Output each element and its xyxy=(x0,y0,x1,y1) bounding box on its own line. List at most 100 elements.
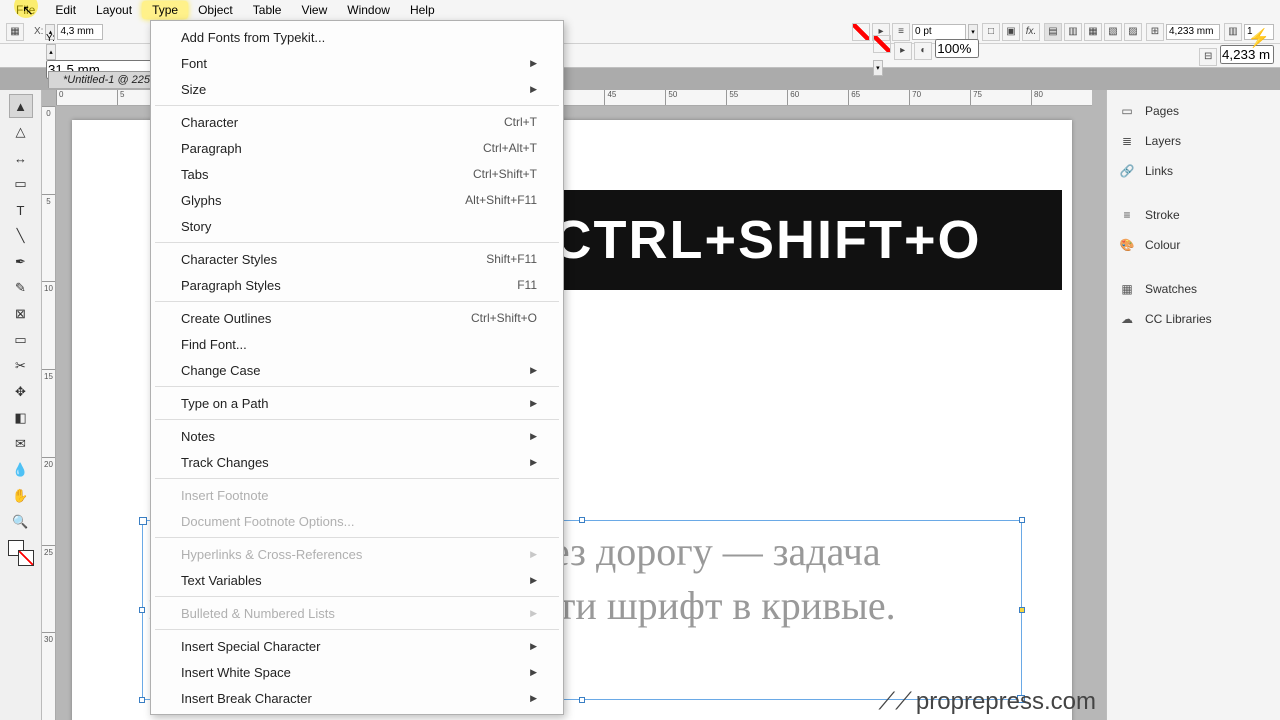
menu-item-change-case[interactable]: Change Case▶ xyxy=(151,357,563,383)
menu-item-label: Text Variables xyxy=(181,573,262,588)
tool-note[interactable]: ✉ xyxy=(9,432,33,456)
tool-type[interactable]: T xyxy=(9,198,33,222)
panel-pages[interactable]: ▭Pages xyxy=(1107,96,1280,126)
text-wrap-none-icon[interactable]: ▤ xyxy=(1044,23,1062,41)
panel-links[interactable]: 🔗Links xyxy=(1107,156,1280,186)
tool-direct[interactable]: △ xyxy=(9,120,33,144)
tool-gap[interactable]: ↔ xyxy=(9,146,33,170)
menu-file[interactable]: File xyxy=(6,1,45,19)
tool-page[interactable]: ▭ xyxy=(9,172,33,196)
unit-h-input[interactable] xyxy=(1166,24,1220,40)
panel-colour[interactable]: 🎨Colour xyxy=(1107,230,1280,260)
tool-zoom[interactable]: 🔍 xyxy=(9,510,33,534)
tool-scissors[interactable]: ✂ xyxy=(9,354,33,378)
text-wrap-col-icon[interactable]: ▨ xyxy=(1124,23,1142,41)
submenu-arrow-icon: ▶ xyxy=(530,457,537,468)
tool-line[interactable]: ╲ xyxy=(9,224,33,248)
tool-select[interactable]: ▲ xyxy=(9,94,33,118)
submenu-arrow-icon: ▶ xyxy=(530,667,537,678)
menu-item-label: Hyperlinks & Cross-References xyxy=(181,547,362,562)
text-wrap-jump-icon[interactable]: ▧ xyxy=(1104,23,1122,41)
fx-none-icon[interactable]: □ xyxy=(982,23,1000,41)
panel-stroke[interactable]: ≡Stroke xyxy=(1107,200,1280,230)
panel-layers[interactable]: ≣Layers xyxy=(1107,126,1280,156)
tool-free-transform[interactable]: ✥ xyxy=(9,380,33,404)
submenu-arrow-icon: ▶ xyxy=(530,641,537,652)
reference-point-icon[interactable]: ▦ xyxy=(6,23,24,41)
quick-apply-icon[interactable]: ⚡ xyxy=(1248,28,1270,49)
tool-rect[interactable]: ▭ xyxy=(9,328,33,352)
menu-item-label: Character Styles xyxy=(181,252,277,267)
panel-swatches[interactable]: ▦Swatches xyxy=(1107,274,1280,304)
tool-pencil[interactable]: ✎ xyxy=(9,276,33,300)
tool-gradient-swatch[interactable]: ◧ xyxy=(9,406,33,430)
cclib-icon: ☁ xyxy=(1119,311,1135,327)
unit-h-icon[interactable]: ⊞ xyxy=(1146,23,1164,41)
menu-item-glyphs[interactable]: GlyphsAlt+Shift+F11 xyxy=(151,187,563,213)
menu-item-track-changes[interactable]: Track Changes ▶ xyxy=(151,449,563,475)
panel-label: Layers xyxy=(1145,134,1181,148)
menu-edit[interactable]: Edit xyxy=(45,1,86,19)
menu-item-label: Tabs xyxy=(181,167,208,182)
text-wrap-shape-icon[interactable]: ▦ xyxy=(1084,23,1102,41)
menu-item-label: Type on a Path xyxy=(181,396,268,411)
menu-item-story[interactable]: Story xyxy=(151,213,563,239)
menu-item-type-on-a-path[interactable]: Type on a Path▶ xyxy=(151,390,563,416)
menu-item-paragraph-styles[interactable]: Paragraph StylesF11 xyxy=(151,272,563,298)
menu-item-character[interactable]: CharacterCtrl+T xyxy=(151,109,563,135)
menu-item-insert-break-character[interactable]: Insert Break Character▶ xyxy=(151,685,563,711)
panel-label: Swatches xyxy=(1145,282,1197,296)
menu-item-text-variables[interactable]: Text Variables▶ xyxy=(151,567,563,593)
menu-item-size[interactable]: Size▶ xyxy=(151,76,563,102)
panel-label: Links xyxy=(1145,164,1173,178)
cols-icon[interactable]: ▥ xyxy=(1224,23,1242,41)
menu-item-label: Track Changes xyxy=(181,455,269,470)
menu-item-insert-white-space[interactable]: Insert White Space▶ xyxy=(151,659,563,685)
menu-shortcut: Ctrl+Shift+O xyxy=(471,311,537,325)
dropdown-icon[interactable]: ▾ xyxy=(873,60,883,76)
menu-bar: FileEditLayoutTypeObjectTableViewWindowH… xyxy=(0,0,1280,20)
menu-type[interactable]: Type xyxy=(142,1,188,19)
menu-item-label: Create Outlines xyxy=(181,311,271,326)
opacity-input[interactable] xyxy=(935,39,979,58)
menu-item-insert-special-character[interactable]: Insert Special Character▶ xyxy=(151,633,563,659)
text-wrap-bound-icon[interactable]: ▥ xyxy=(1064,23,1082,41)
menu-item-label: Add Fonts from Typekit... xyxy=(181,30,325,45)
fill-arrow-icon[interactable]: ▸ xyxy=(894,42,912,60)
panel-label: CC Libraries xyxy=(1145,312,1212,326)
menu-item-hyperlinks-cross-references: Hyperlinks & Cross-References▶ xyxy=(151,541,563,567)
menu-item-character-styles[interactable]: Character Styles Shift+F11 xyxy=(151,246,563,272)
fx-drop-icon[interactable]: ▣ xyxy=(1002,23,1020,41)
menu-window[interactable]: Window xyxy=(337,1,400,19)
menu-item-find-font[interactable]: Find Font... xyxy=(151,331,563,357)
tool-rect-frame[interactable]: ⊠ xyxy=(9,302,33,326)
menu-item-create-outlines[interactable]: Create Outlines Ctrl+Shift+O xyxy=(151,305,563,331)
tool-eyedrop[interactable]: 💧 xyxy=(9,458,33,482)
pages-icon: ▭ xyxy=(1119,103,1135,119)
fill-slash-icon[interactable] xyxy=(873,35,891,53)
menu-item-label: Character xyxy=(181,115,238,130)
fill-stroke-swatch[interactable] xyxy=(8,540,34,566)
tool-hand[interactable]: ✋ xyxy=(9,484,33,508)
menu-view[interactable]: View xyxy=(291,1,337,19)
menu-help[interactable]: Help xyxy=(400,1,445,19)
vertical-ruler: 051015202530 xyxy=(42,106,56,720)
menu-shortcut: Shift+F11 xyxy=(486,252,537,266)
menu-item-font[interactable]: Font▶ xyxy=(151,50,563,76)
menu-item-add-fonts-from-typekit[interactable]: Add Fonts from Typekit... xyxy=(151,24,563,50)
opacity-icon[interactable]: ◐ xyxy=(914,42,932,60)
menu-layout[interactable]: Layout xyxy=(86,1,142,19)
menu-item-paragraph[interactable]: ParagraphCtrl+Alt+T xyxy=(151,135,563,161)
tool-pen[interactable]: ✒ xyxy=(9,250,33,274)
menu-object[interactable]: Object xyxy=(188,1,243,19)
menu-item-label: Glyphs xyxy=(181,193,221,208)
fx-button-icon[interactable]: fx. xyxy=(1022,23,1040,41)
nudge-icon[interactable]: ▴ xyxy=(46,44,56,60)
panel-cc-libraries[interactable]: ☁ CC Libraries xyxy=(1107,304,1280,334)
stroke-slash-icon[interactable] xyxy=(852,23,870,41)
menu-item-insert-footnote: Insert Footnote xyxy=(151,482,563,508)
menu-table[interactable]: Table xyxy=(243,1,292,19)
menu-item-notes[interactable]: Notes▶ xyxy=(151,423,563,449)
unit-v-icon[interactable]: ⊟ xyxy=(1199,48,1217,66)
menu-item-tabs[interactable]: TabsCtrl+Shift+T xyxy=(151,161,563,187)
